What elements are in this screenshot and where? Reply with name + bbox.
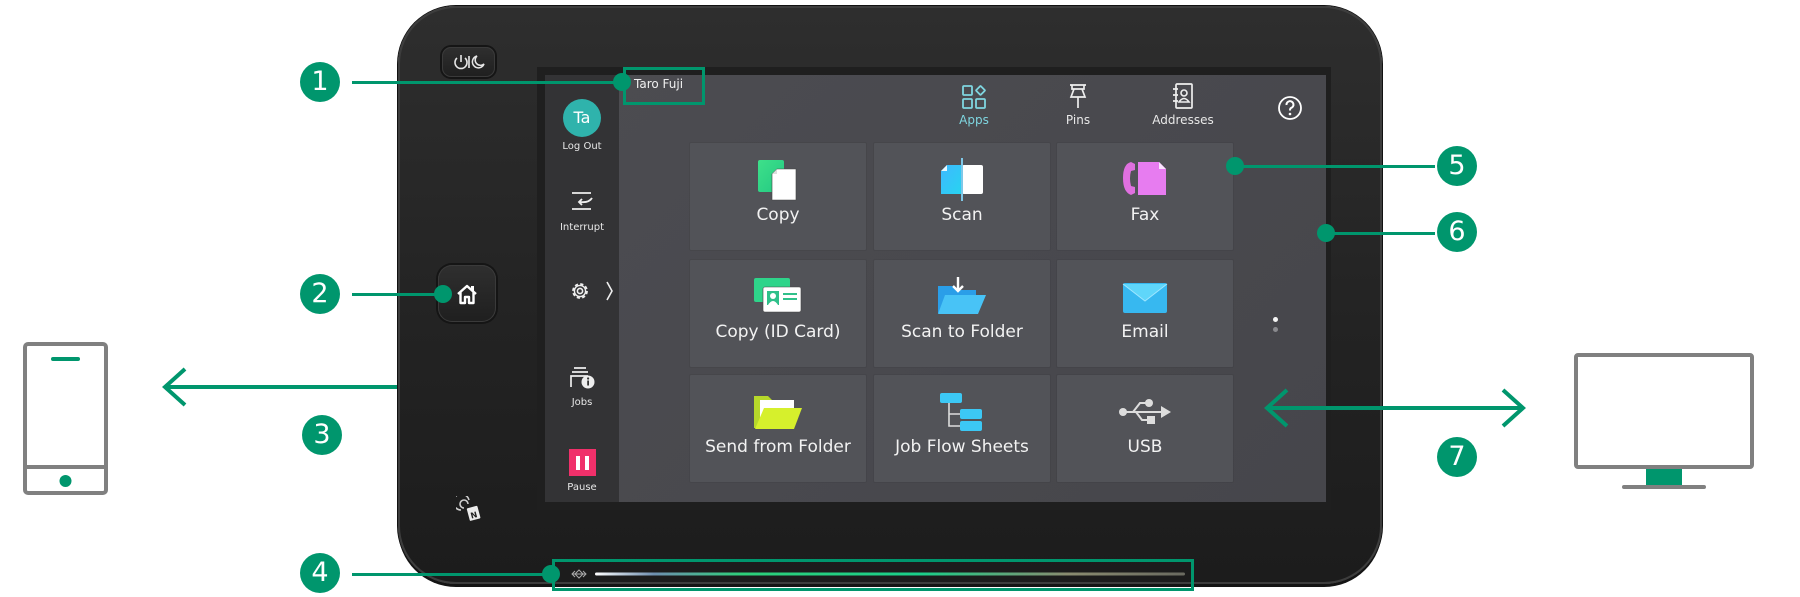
nfc-touch-area-icon: N [452,493,482,522]
jobs-icon [570,367,595,389]
app-tile-scan-to-folder[interactable]: Scan to Folder [874,260,1050,367]
app-tile-label: Send from Folder [705,437,851,457]
jobs-label: Jobs [571,397,593,408]
logout-button[interactable]: Ta Log Out [545,99,619,152]
folder-icon [754,396,802,429]
callout-badge-4: 4 [300,553,340,593]
app-tile-label: Scan [941,205,983,225]
tab-apps-label: Apps [959,113,989,127]
page-dot-active [1273,317,1278,322]
pin-icon [1069,84,1087,108]
callout-badge-3: 3 [302,415,342,455]
pause-icon [568,449,596,476]
scan-icon [941,158,983,201]
app-tile-label: Copy (ID Card) [715,322,841,342]
app-tile-label: Scan to Folder [901,322,1023,342]
app-tile-label: USB [1127,437,1163,457]
app-tile-job-flow-sheets[interactable]: Job Flow Sheets [874,375,1050,482]
power-sleep-icon [453,55,485,70]
page-dot-inactive [1273,327,1278,332]
tab-pins[interactable]: Pins [1033,81,1123,127]
computer-monitor-icon [1574,353,1754,491]
address-book-icon [1173,83,1193,109]
help-icon [1278,96,1302,120]
fax-icon [1123,162,1166,195]
app-tile-label: Fax [1130,205,1160,225]
jobs-button[interactable]: Jobs [545,363,619,408]
app-tile-email[interactable]: Email [1057,260,1233,367]
gear-icon [572,283,588,299]
interrupt-button[interactable]: Interrupt [545,190,619,233]
callout-box-user-name [623,67,705,105]
email-icon [1122,283,1168,313]
tab-apps[interactable]: Apps [929,81,1019,127]
callout-dot-2 [434,285,452,303]
app-tile-fax[interactable]: Fax [1057,143,1233,250]
sidebar: Ta Log Out Interrupt Jobs Pause [545,75,619,502]
chevron-right-icon [606,281,613,301]
logout-label: Log Out [562,141,602,152]
callout-leader-6 [1330,232,1435,235]
scan-to-folder-icon [938,277,986,314]
home-icon [457,284,477,304]
job-flow-icon [940,393,982,431]
page-indicator[interactable] [1273,317,1279,335]
pause-button[interactable]: Pause [545,449,619,493]
copy-icon [758,160,797,201]
tab-addresses[interactable]: Addresses [1138,81,1228,127]
callout-leader-1 [352,81,622,84]
pause-label: Pause [567,482,597,493]
device-settings-button[interactable] [545,278,619,304]
callout-badge-7: 7 [1437,437,1477,477]
callout-box-light-bar [552,559,1194,591]
app-tile-label: Job Flow Sheets [895,437,1029,457]
app-tile-send-from-folder[interactable]: Send from Folder [690,375,866,482]
callout-leader-4 [352,573,552,576]
smartphone-icon [23,342,108,495]
interrupt-label: Interrupt [559,222,604,233]
app-tile-label: Email [1121,322,1169,342]
id-card-icon [754,278,802,313]
app-tile-copy-id-card[interactable]: Copy (ID Card) [690,260,866,367]
interrupt-icon [572,192,593,210]
power-saver-button[interactable] [442,47,495,77]
help-button[interactable] [1277,95,1303,121]
usb-icon [1119,399,1171,424]
callout-leader-5 [1240,165,1435,168]
app-tile-scan[interactable]: Scan [874,143,1050,250]
avatar: Ta [563,99,601,137]
callout-dot-4 [542,565,560,583]
tab-pins-label: Pins [1065,113,1091,127]
callout-leader-2 [352,293,447,296]
callout-badge-1: 1 [300,62,340,102]
apps-grid-icon [962,85,986,109]
app-tile-usb[interactable]: USB [1057,375,1233,482]
callout-badge-2: 2 [300,274,340,314]
callout-badge-6: 6 [1437,212,1477,252]
app-tile-label: Copy [756,205,800,225]
callout-badge-5: 5 [1437,146,1477,186]
app-tile-copy[interactable]: Copy [690,143,866,250]
tab-addresses-label: Addresses [1152,113,1214,127]
touch-screen: Ta Log Out Interrupt Jobs Pause Taro Fuj… [545,75,1326,502]
bidirectional-arrow-computer [1263,386,1527,430]
